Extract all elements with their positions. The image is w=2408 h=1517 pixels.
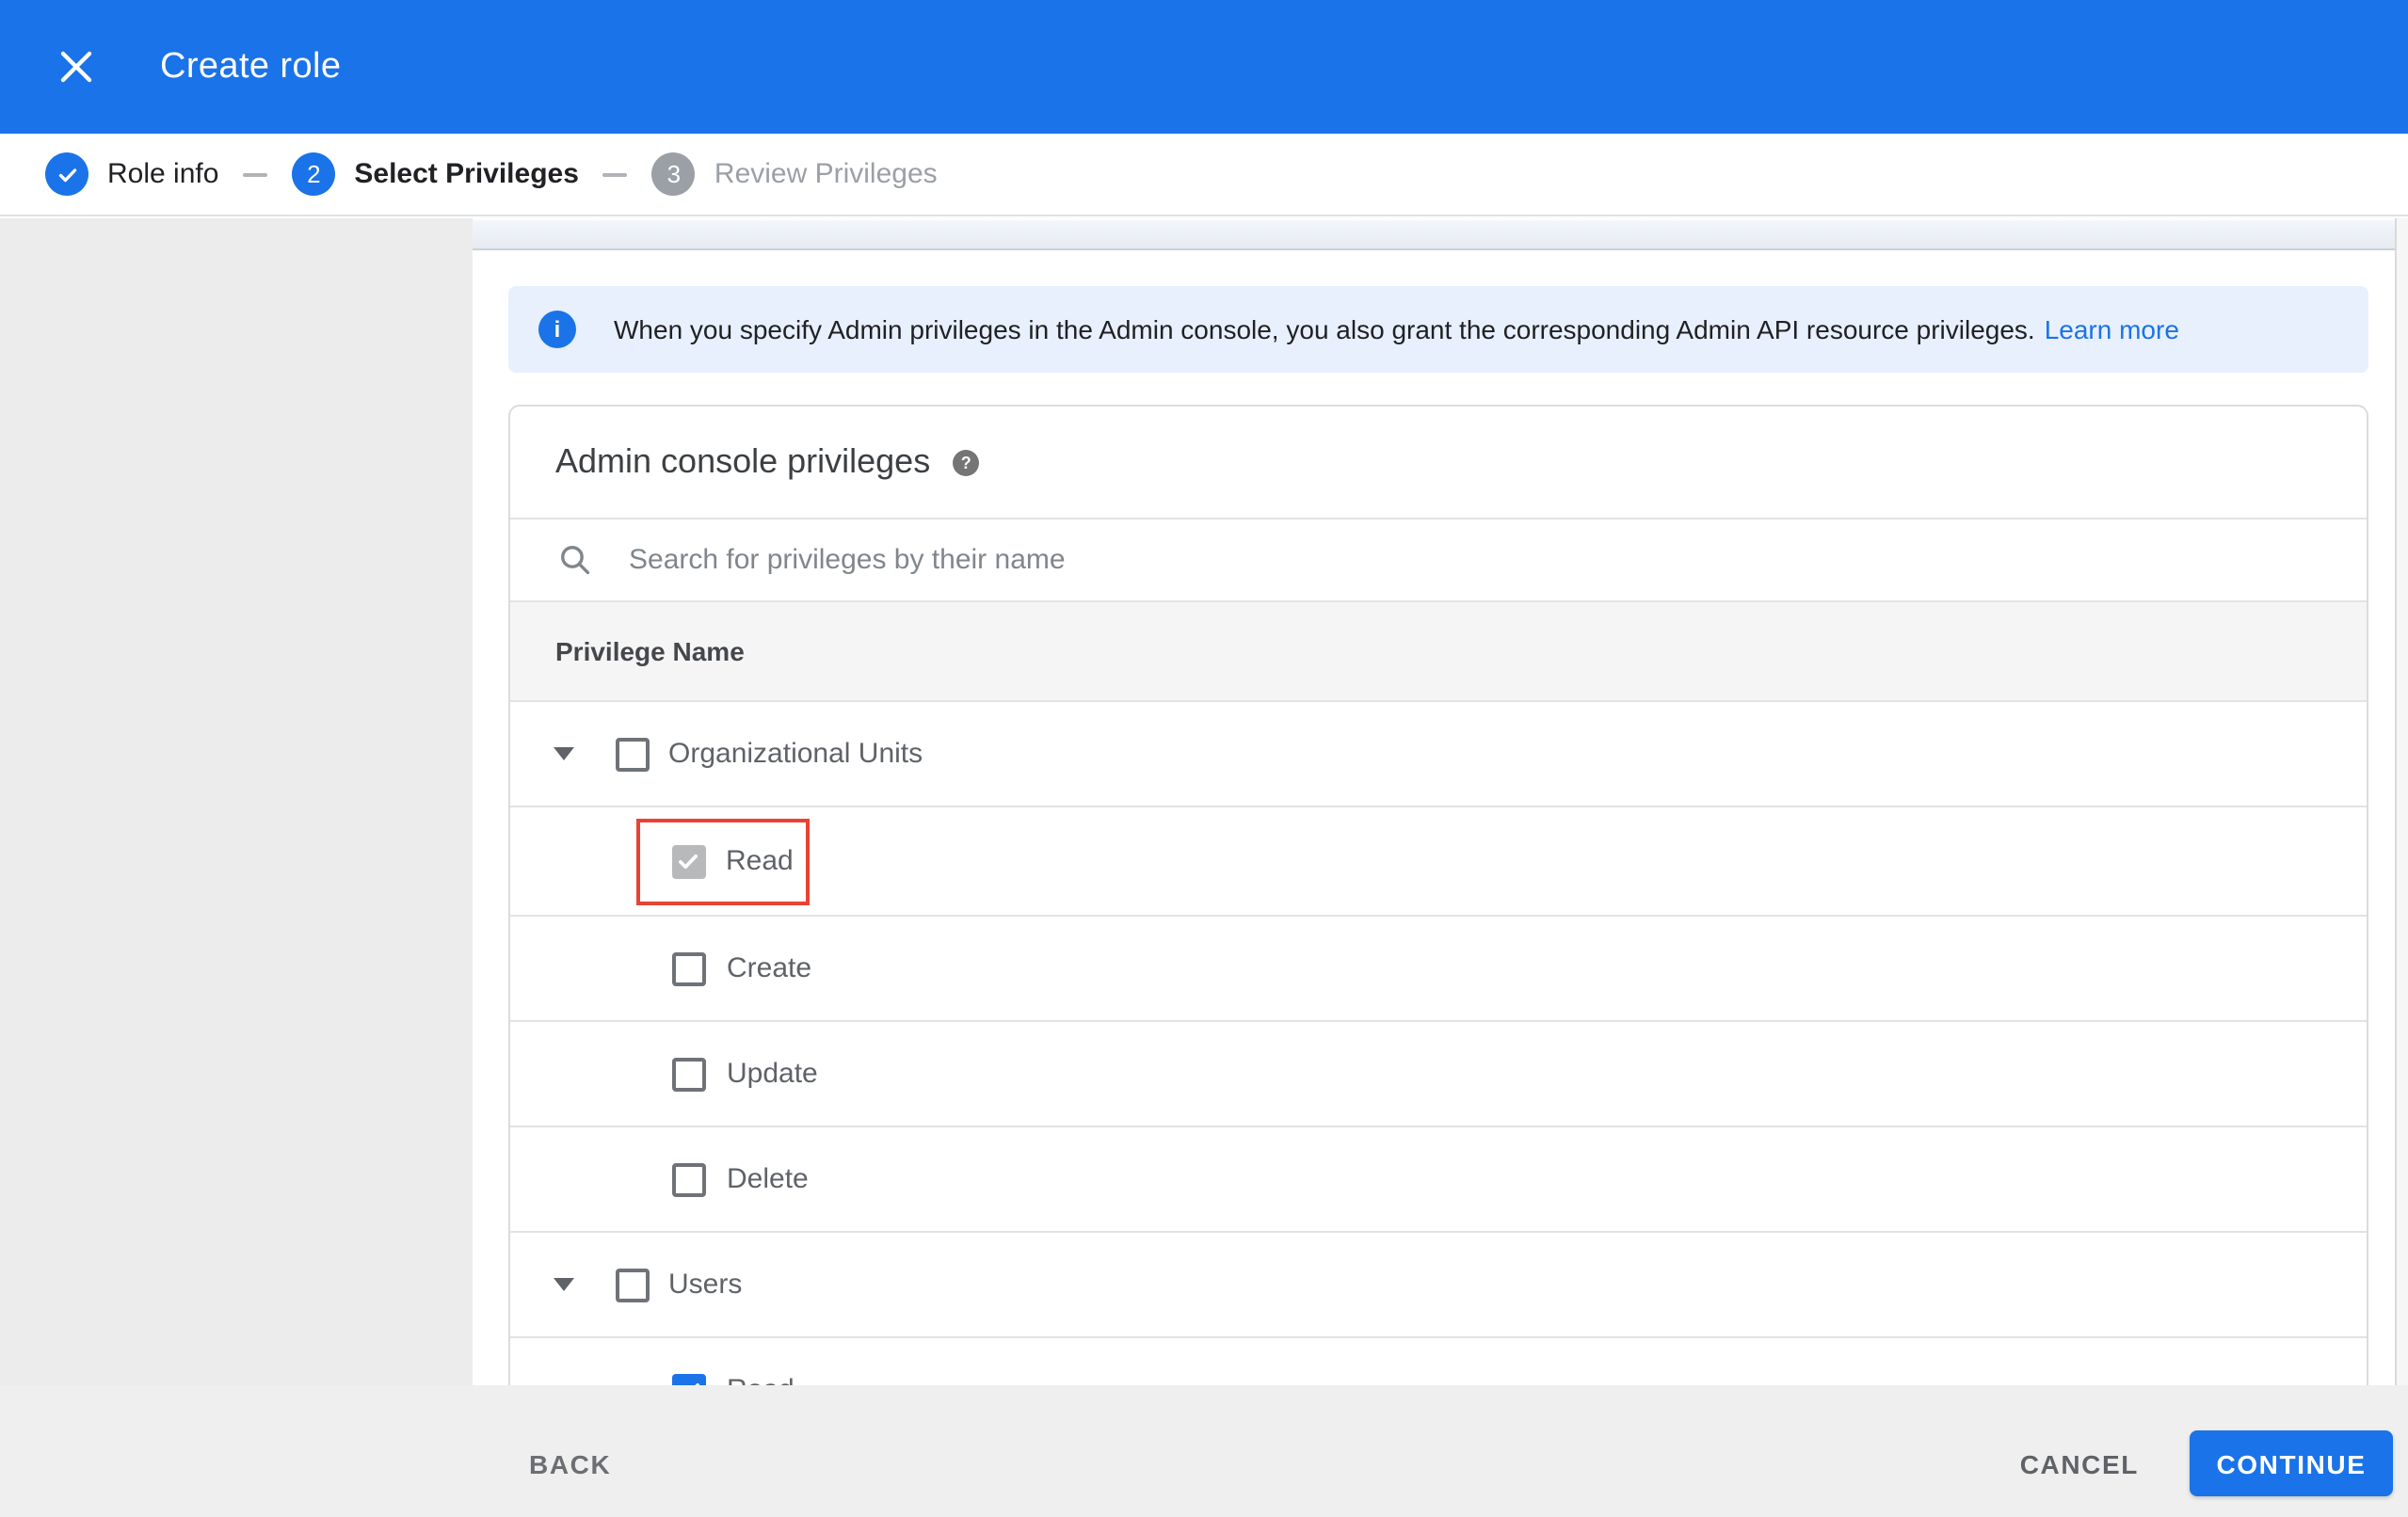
search-input[interactable] bbox=[625, 542, 2367, 578]
step-select-privileges[interactable]: 2 Select Privileges bbox=[292, 152, 579, 196]
close-icon[interactable] bbox=[53, 44, 98, 89]
checkbox-checked[interactable] bbox=[671, 844, 705, 878]
step-label: Role info bbox=[107, 158, 219, 190]
page-title: Create role bbox=[160, 46, 342, 86]
stepper: Role info 2 Select Privileges 3 Review P… bbox=[0, 134, 2408, 216]
checkbox-checked[interactable] bbox=[672, 1373, 706, 1385]
row-label: Create bbox=[727, 952, 812, 984]
privilege-table-body: Organizational Units Read Create Update Dele… bbox=[510, 702, 2367, 1385]
banner-message: When you specify Admin privileges in the… bbox=[614, 314, 2035, 344]
checkbox-unchecked[interactable] bbox=[616, 737, 650, 771]
highlight-box: Read bbox=[635, 818, 811, 904]
checkbox-unchecked[interactable] bbox=[616, 1268, 650, 1301]
step-completed-check-icon bbox=[45, 152, 88, 196]
cancel-button[interactable]: CANCEL bbox=[2020, 1448, 2139, 1478]
content-area: i When you specify Admin privileges in t… bbox=[473, 218, 2408, 1385]
row-label: Read bbox=[727, 1374, 795, 1385]
checkbox-unchecked[interactable] bbox=[672, 1057, 706, 1091]
privilege-search-row bbox=[510, 518, 2367, 602]
card-header: Admin console privileges ? bbox=[510, 407, 2367, 518]
chevron-down-icon[interactable] bbox=[554, 747, 574, 760]
table-row[interactable]: Create bbox=[510, 917, 2367, 1022]
row-label: Update bbox=[727, 1058, 818, 1090]
back-button[interactable]: BACK bbox=[529, 1448, 611, 1478]
step-role-info[interactable]: Role info bbox=[45, 152, 218, 196]
table-row[interactable]: Delete bbox=[510, 1127, 2367, 1233]
row-label: Users bbox=[668, 1269, 743, 1301]
table-row[interactable]: Read bbox=[510, 807, 2367, 917]
search-icon bbox=[559, 544, 591, 576]
learn-more-link[interactable]: Learn more bbox=[2045, 314, 2179, 344]
step-connector bbox=[243, 172, 268, 176]
checkbox-unchecked[interactable] bbox=[672, 951, 706, 985]
step-label: Review Privileges bbox=[714, 158, 938, 190]
admin-console-privileges-card: Admin console privileges ? Privilege Nam… bbox=[508, 405, 2368, 1385]
create-role-dialog: Create role Role info 2 Select Privilege… bbox=[0, 0, 2408, 1517]
info-banner: i When you specify Admin privileges in t… bbox=[508, 286, 2368, 373]
step-number: 2 bbox=[292, 152, 336, 196]
continue-button[interactable]: CONTINUE bbox=[2190, 1430, 2393, 1496]
step-label: Select Privileges bbox=[354, 158, 579, 190]
scrolled-section-edge bbox=[473, 220, 2395, 250]
row-label: Read bbox=[726, 845, 794, 877]
app-bar: Create role bbox=[0, 0, 2408, 134]
row-label: Organizational Units bbox=[668, 738, 923, 770]
step-connector bbox=[602, 172, 628, 176]
step-review-privileges[interactable]: 3 Review Privileges bbox=[651, 152, 938, 196]
table-row[interactable]: Organizational Units bbox=[510, 702, 2367, 807]
column-header: Privilege Name bbox=[555, 636, 745, 666]
card-title: Admin console privileges bbox=[555, 442, 931, 480]
table-row[interactable]: Read bbox=[510, 1338, 2367, 1385]
step-number: 3 bbox=[651, 152, 696, 196]
table-row[interactable]: Update bbox=[510, 1022, 2367, 1127]
left-gutter bbox=[0, 218, 473, 1385]
privilege-table-header: Privilege Name bbox=[510, 602, 2367, 702]
footer-bar: BACK CANCEL CONTINUE bbox=[0, 1385, 2408, 1517]
vertical-scrollbar[interactable] bbox=[2395, 218, 2408, 1385]
row-label: Delete bbox=[727, 1163, 809, 1195]
checkbox-unchecked[interactable] bbox=[672, 1162, 706, 1196]
table-row[interactable]: Users bbox=[510, 1233, 2367, 1338]
chevron-down-icon[interactable] bbox=[554, 1278, 574, 1291]
info-icon: i bbox=[538, 311, 576, 348]
help-icon[interactable]: ? bbox=[953, 449, 980, 475]
